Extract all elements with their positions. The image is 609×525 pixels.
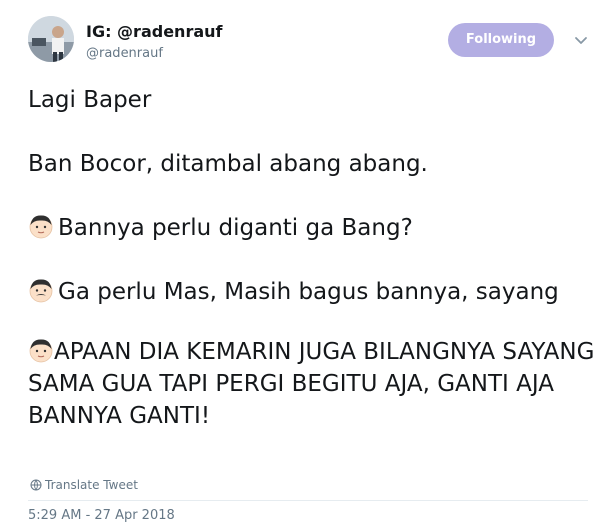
- man-with-mustache-face-emoji: [29, 279, 53, 303]
- divider: [28, 500, 588, 501]
- tweet-line-text: APAAN DIA KEMARIN JUGA BILANGNYA SAYANG …: [28, 339, 595, 429]
- following-button[interactable]: Following: [448, 23, 554, 57]
- tweet-text: Lagi Baper Ban Bocor, ditambal abang aba…: [28, 84, 598, 464]
- tweet-line-text: Bannya perlu diganti ga Bang?: [58, 215, 413, 241]
- user-handle[interactable]: @radenrauf: [86, 46, 163, 61]
- chevron-down-icon[interactable]: [573, 32, 589, 48]
- tweet-line: Ban Bocor, ditambal abang abang.: [28, 151, 428, 177]
- globe-icon: [30, 479, 42, 491]
- tweet-timestamp[interactable]: 5:29 AM - 27 Apr 2018: [28, 508, 175, 523]
- tweet-header: IG: @radenrauf @radenrauf Following: [28, 16, 588, 72]
- tweet-line: APAAN DIA KEMARIN JUGA BILANGNYA SAYANG …: [28, 336, 598, 432]
- boy-face-emoji: [29, 215, 53, 239]
- tweet-line: Bannya perlu diganti ga Bang?: [28, 212, 598, 244]
- display-name[interactable]: IG: @radenrauf: [86, 22, 222, 41]
- tweet-line-text: Ga perlu Mas, Masih bagus bannya, sayang: [58, 279, 559, 305]
- translate-label[interactable]: Translate Tweet: [45, 478, 138, 492]
- avatar[interactable]: [28, 16, 74, 62]
- translate-tweet-link[interactable]: Translate Tweet: [30, 478, 138, 492]
- tweet-line: Lagi Baper: [28, 87, 152, 113]
- tweet-line: Ga perlu Mas, Masih bagus bannya, sayang: [28, 276, 598, 308]
- boy-face-emoji: [29, 339, 53, 363]
